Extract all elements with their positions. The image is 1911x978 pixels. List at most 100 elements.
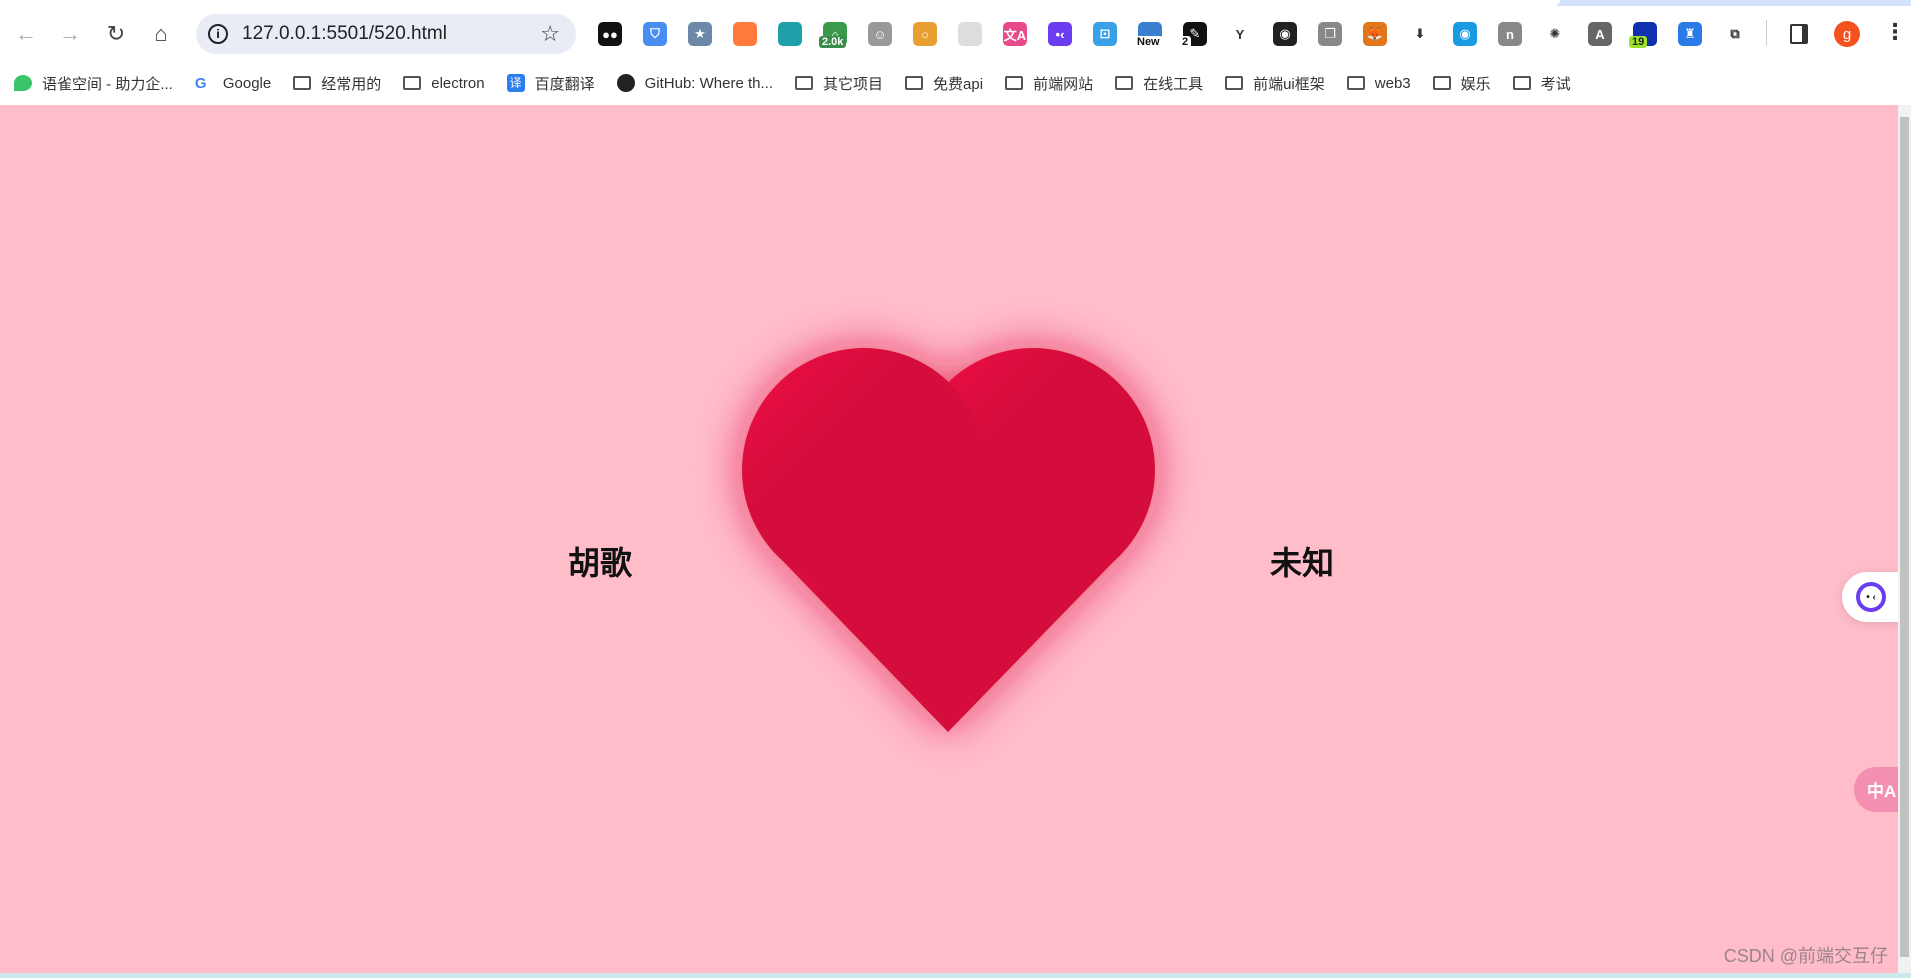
page-scrollbar[interactable] [1898,105,1911,973]
forward-button[interactable]: → [56,20,84,48]
extension-glyph: ◉ [1459,26,1471,41]
back-button[interactable]: ← [12,20,40,48]
lock-counter-icon[interactable]: ⌂ 2.0k [819,22,847,48]
extension-glyph: 🦊 [1366,26,1384,41]
a-icon[interactable]: A [1588,22,1612,46]
translate-pink-icon[interactable]: 文A [1003,22,1027,46]
metamask-fox-icon[interactable]: 🦊 [1363,22,1387,46]
extension-glyph: ◉ [1279,26,1291,41]
bookmark-label: 语雀空间 - 助力企... [42,75,173,93]
home-button[interactable]: ⌂ [147,20,175,48]
extension-glyph: ⧉ [1730,26,1740,41]
bookmark-item[interactable]: 经常用的 [293,73,381,94]
bookmark-label: 前端ui框架 [1253,75,1325,93]
face-icon[interactable]: ☺ [868,22,892,46]
monica-assistant-button[interactable]: • ‹ [1842,572,1898,622]
download-arrow-icon[interactable]: ⬇ [1408,22,1432,46]
bookmark-label: 在线工具 [1143,75,1204,93]
extension-glyph: ♜ [1684,26,1696,41]
reload-button[interactable]: ↻ [102,20,130,48]
shield-icon[interactable]: ⛉ [643,22,667,46]
scrollbar-thumb[interactable] [1900,117,1909,957]
person-icon[interactable]: ♜ [1678,22,1702,46]
right-name-label: 未知 [1270,545,1335,581]
bookmark-label: 娱乐 [1460,75,1491,93]
folder-icon [1432,76,1451,90]
extension-badge: 2 [1179,36,1192,48]
bookmark-item[interactable]: 其它项目 [795,73,883,94]
profile-avatar[interactable]: g [1834,21,1860,47]
blue-square-icon[interactable]: 19 [1629,22,1657,48]
bookmark-item[interactable]: G Google [194,75,271,93]
bookmark-label: electron [431,74,485,92]
extension-glyph: ⛉ [650,26,660,41]
extension-glyph: ❐ [1324,26,1336,41]
extension-glyph: 文A [1003,27,1027,43]
extension-badge: New [1134,36,1163,48]
extension-glyph: Y [1235,26,1245,42]
ribbon-icon[interactable]: ✺ [1543,22,1567,46]
bookmark-item[interactable]: web3 [1346,75,1411,92]
bookmark-label: GitHub: Where th... [644,74,774,92]
bookmark-item[interactable]: GitHub: Where th... [616,74,774,92]
grid-icon[interactable] [958,22,982,46]
screenshot-icon[interactable]: ⊡ [1093,22,1117,46]
folder-icon [795,76,814,90]
bookmark-item[interactable]: 考试 [1512,73,1571,94]
folder-icon [1346,76,1365,90]
bookmark-item[interactable]: 语雀空间 - 助力企... [14,73,173,94]
extension-glyph: ✺ [1549,26,1561,41]
window-bottom-edge [0,973,1911,978]
translate-widget-button[interactable]: 中A [1854,767,1898,812]
colorful-ring-icon[interactable]: ◉ [1273,22,1297,46]
side-panel-icon[interactable] [1790,24,1808,44]
folder-icon [905,76,924,90]
new-extension-icon[interactable]: New [1134,22,1163,48]
google-icon: G [194,75,207,92]
bookmark-item[interactable]: 前端网站 [1005,73,1093,94]
monica-face-icon[interactable]: •‹ [1048,22,1072,46]
extension-glyph: ○ [921,26,929,42]
copy-icon[interactable]: ❐ [1318,22,1342,46]
folder-icon [1512,76,1531,90]
bookmark-item[interactable]: 前端ui框架 [1225,73,1325,94]
bookmark-label: 其它项目 [823,75,884,93]
bookmark-label: 考试 [1540,75,1571,93]
extension-glyph: ★ [694,26,706,41]
address-bar[interactable]: i 127.0.0.1:5501/520.html ☆ [196,14,576,54]
menu-icon[interactable]: ⋮ [1884,19,1906,45]
bookmarks-bar: 语雀空间 - 助力企... G Google 经常用的 electron 译百度翻译 Git… [0,61,1911,105]
chrome-ring-icon[interactable]: ○ [913,22,937,46]
folder-icon [293,76,312,90]
bookmark-label: 百度翻译 [534,75,595,93]
extension-glyph: n [1506,26,1514,42]
site-info-icon[interactable]: i [208,24,228,44]
browser-toolbar: ← → ↻ ⌂ i 127.0.0.1:5501/520.html ☆ ●● ⛉ ★… [0,6,1911,61]
eye-icon[interactable]: ◉ [1453,22,1477,46]
bookmark-item[interactable]: 译百度翻译 [506,73,595,94]
extension-glyph: •‹ [1055,26,1065,42]
tampermonkey-icon[interactable]: ●● [598,22,622,46]
heart-left-lobe [742,348,986,592]
bookmark-item[interactable]: 免费api [905,73,983,94]
extension-glyph: A [1595,26,1605,42]
bookmark-item[interactable]: electron [403,74,485,92]
bowl-icon[interactable] [778,22,802,46]
bookmark-star-icon[interactable]: ★ [688,22,712,46]
baidu-translate-icon: 译 [506,74,525,92]
url-text[interactable]: 127.0.0.1:5501/520.html [242,23,447,45]
extension-glyph: ⊡ [1099,26,1111,41]
extension-badge: 19 [1629,36,1648,48]
bookmark-label: 免费api [933,75,984,93]
y-icon[interactable]: Y [1228,22,1252,46]
orange-app-icon[interactable] [733,22,757,46]
pen-icon[interactable]: ✎ 2 [1179,22,1207,48]
n-icon[interactable]: n [1498,22,1522,46]
bookmark-star-icon[interactable]: ☆ [540,21,560,47]
monica-face-icon: • ‹ [1856,582,1886,612]
yuque-icon [14,75,32,91]
extension-glyph: ⬇ [1414,26,1426,41]
bookmark-item[interactable]: 在线工具 [1115,73,1203,94]
bookmark-item[interactable]: 娱乐 [1432,73,1491,94]
puzzle-extensions-icon[interactable]: ⧉ [1723,22,1747,46]
